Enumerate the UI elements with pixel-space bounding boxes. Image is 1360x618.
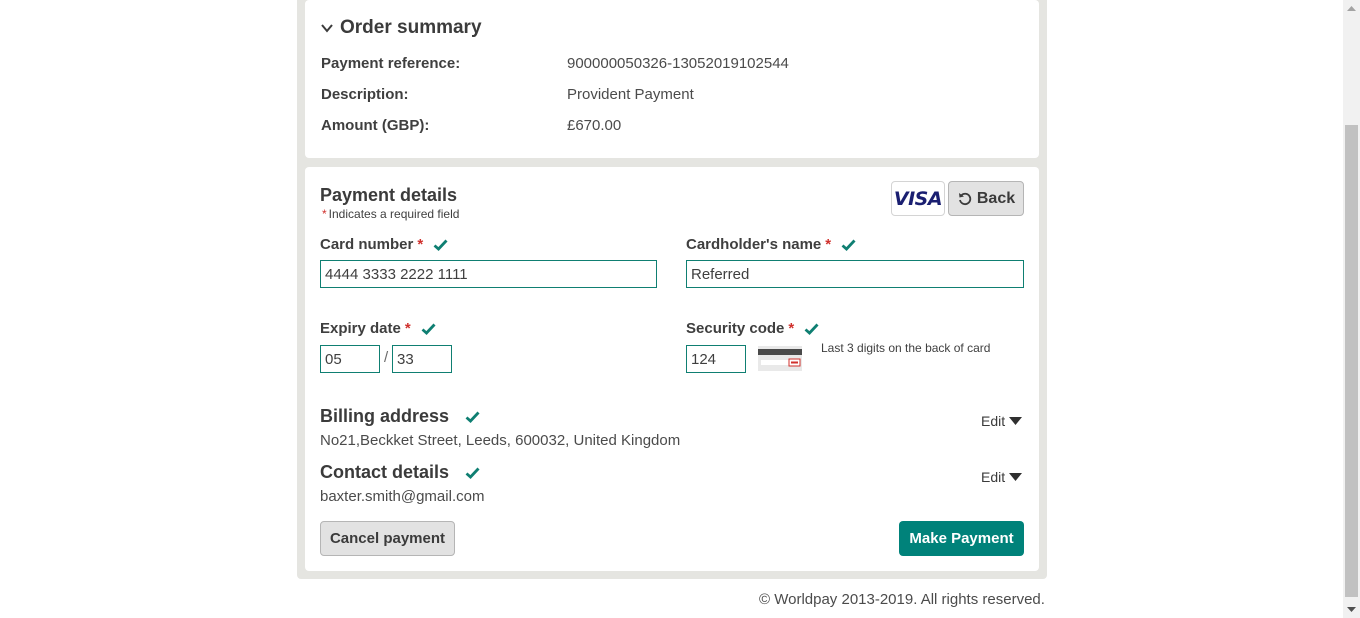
expiry-separator: / — [384, 349, 389, 366]
required-star: * — [404, 320, 411, 337]
chevron-down-icon — [321, 24, 333, 33]
amount-value: £670.00 — [567, 117, 622, 134]
description-value: Provident Payment — [567, 86, 694, 103]
contact-details-heading: Contact details — [320, 462, 480, 483]
required-note-text: Indicates a required field — [328, 207, 460, 221]
payment-details-panel: Payment details * Indicates a required fi… — [305, 167, 1039, 571]
back-label: Back — [976, 189, 1016, 207]
payment-container: Order summary Payment reference: 9000000… — [297, 0, 1047, 579]
cardholder-name-label: Cardholder's name * — [686, 236, 856, 253]
order-summary-toggle[interactable]: Order summary — [320, 17, 482, 39]
cardholder-name-input[interactable] — [686, 260, 1024, 288]
card-number-label-text: Card number — [320, 236, 414, 253]
expiry-date-label: Expiry date * — [320, 320, 436, 337]
caret-down-icon — [1009, 417, 1023, 425]
back-button[interactable]: Back — [948, 181, 1024, 216]
cancel-payment-button[interactable]: Cancel payment — [320, 521, 455, 556]
contact-edit-label: Edit — [981, 469, 1006, 485]
required-star: * — [788, 320, 795, 337]
required-star: * — [417, 236, 424, 253]
make-payment-button[interactable]: Make Payment — [899, 521, 1024, 556]
scroll-up-arrow-icon[interactable] — [1347, 6, 1356, 11]
checkmark-icon — [433, 239, 448, 251]
security-code-label-text: Security code — [686, 320, 785, 337]
scrollbar-thumb[interactable] — [1345, 125, 1358, 597]
scroll-down-arrow-icon[interactable] — [1347, 607, 1356, 612]
description-label: Description: — [321, 86, 409, 103]
contact-email-value: baxter.smith@gmail.com — [320, 488, 485, 505]
contact-edit-button[interactable]: Edit — [981, 469, 1023, 485]
card-back-cvv-icon — [758, 346, 802, 371]
expiry-month-input[interactable] — [320, 345, 380, 373]
billing-address-title: Billing address — [320, 406, 450, 426]
payment-reference-label: Payment reference: — [321, 55, 461, 72]
checkmark-icon — [465, 411, 480, 423]
billing-edit-label: Edit — [981, 413, 1006, 429]
security-code-input[interactable] — [686, 345, 746, 373]
expiry-year-input[interactable] — [392, 345, 452, 373]
checkmark-icon — [421, 323, 436, 335]
security-code-label: Security code * — [686, 320, 819, 337]
checkmark-icon — [804, 323, 819, 335]
billing-address-heading: Billing address — [320, 406, 480, 427]
caret-down-icon — [1009, 473, 1023, 481]
card-number-input[interactable] — [320, 260, 657, 288]
billing-edit-button[interactable]: Edit — [981, 413, 1023, 429]
checkmark-icon — [841, 239, 856, 251]
billing-address-value: No21,Beckket Street, Leeds, 600032, Unit… — [320, 432, 681, 449]
checkmark-icon — [465, 467, 480, 479]
order-summary-title: Order summary — [340, 17, 482, 38]
payment-reference-value: 900000050326-13052019102544 — [567, 55, 789, 72]
order-summary-panel: Order summary Payment reference: 9000000… — [305, 0, 1039, 158]
cardholder-name-label-text: Cardholder's name — [686, 236, 822, 253]
card-number-label: Card number * — [320, 236, 448, 253]
copyright-footer: © Worldpay 2013-2019. All rights reserve… — [759, 591, 1045, 608]
security-code-hint: Last 3 digits on the back of card — [821, 341, 991, 355]
visa-logo: VISA — [891, 181, 945, 216]
expiry-date-label-text: Expiry date — [320, 320, 401, 337]
required-star: * — [825, 236, 832, 253]
required-field-note: * Indicates a required field — [322, 207, 459, 221]
undo-icon — [958, 192, 972, 205]
amount-label: Amount (GBP): — [321, 117, 430, 134]
payment-details-title: Payment details — [320, 185, 458, 205]
required-star: * — [322, 207, 327, 221]
contact-details-title: Contact details — [320, 462, 450, 482]
page-scrollbar[interactable] — [1343, 0, 1360, 618]
